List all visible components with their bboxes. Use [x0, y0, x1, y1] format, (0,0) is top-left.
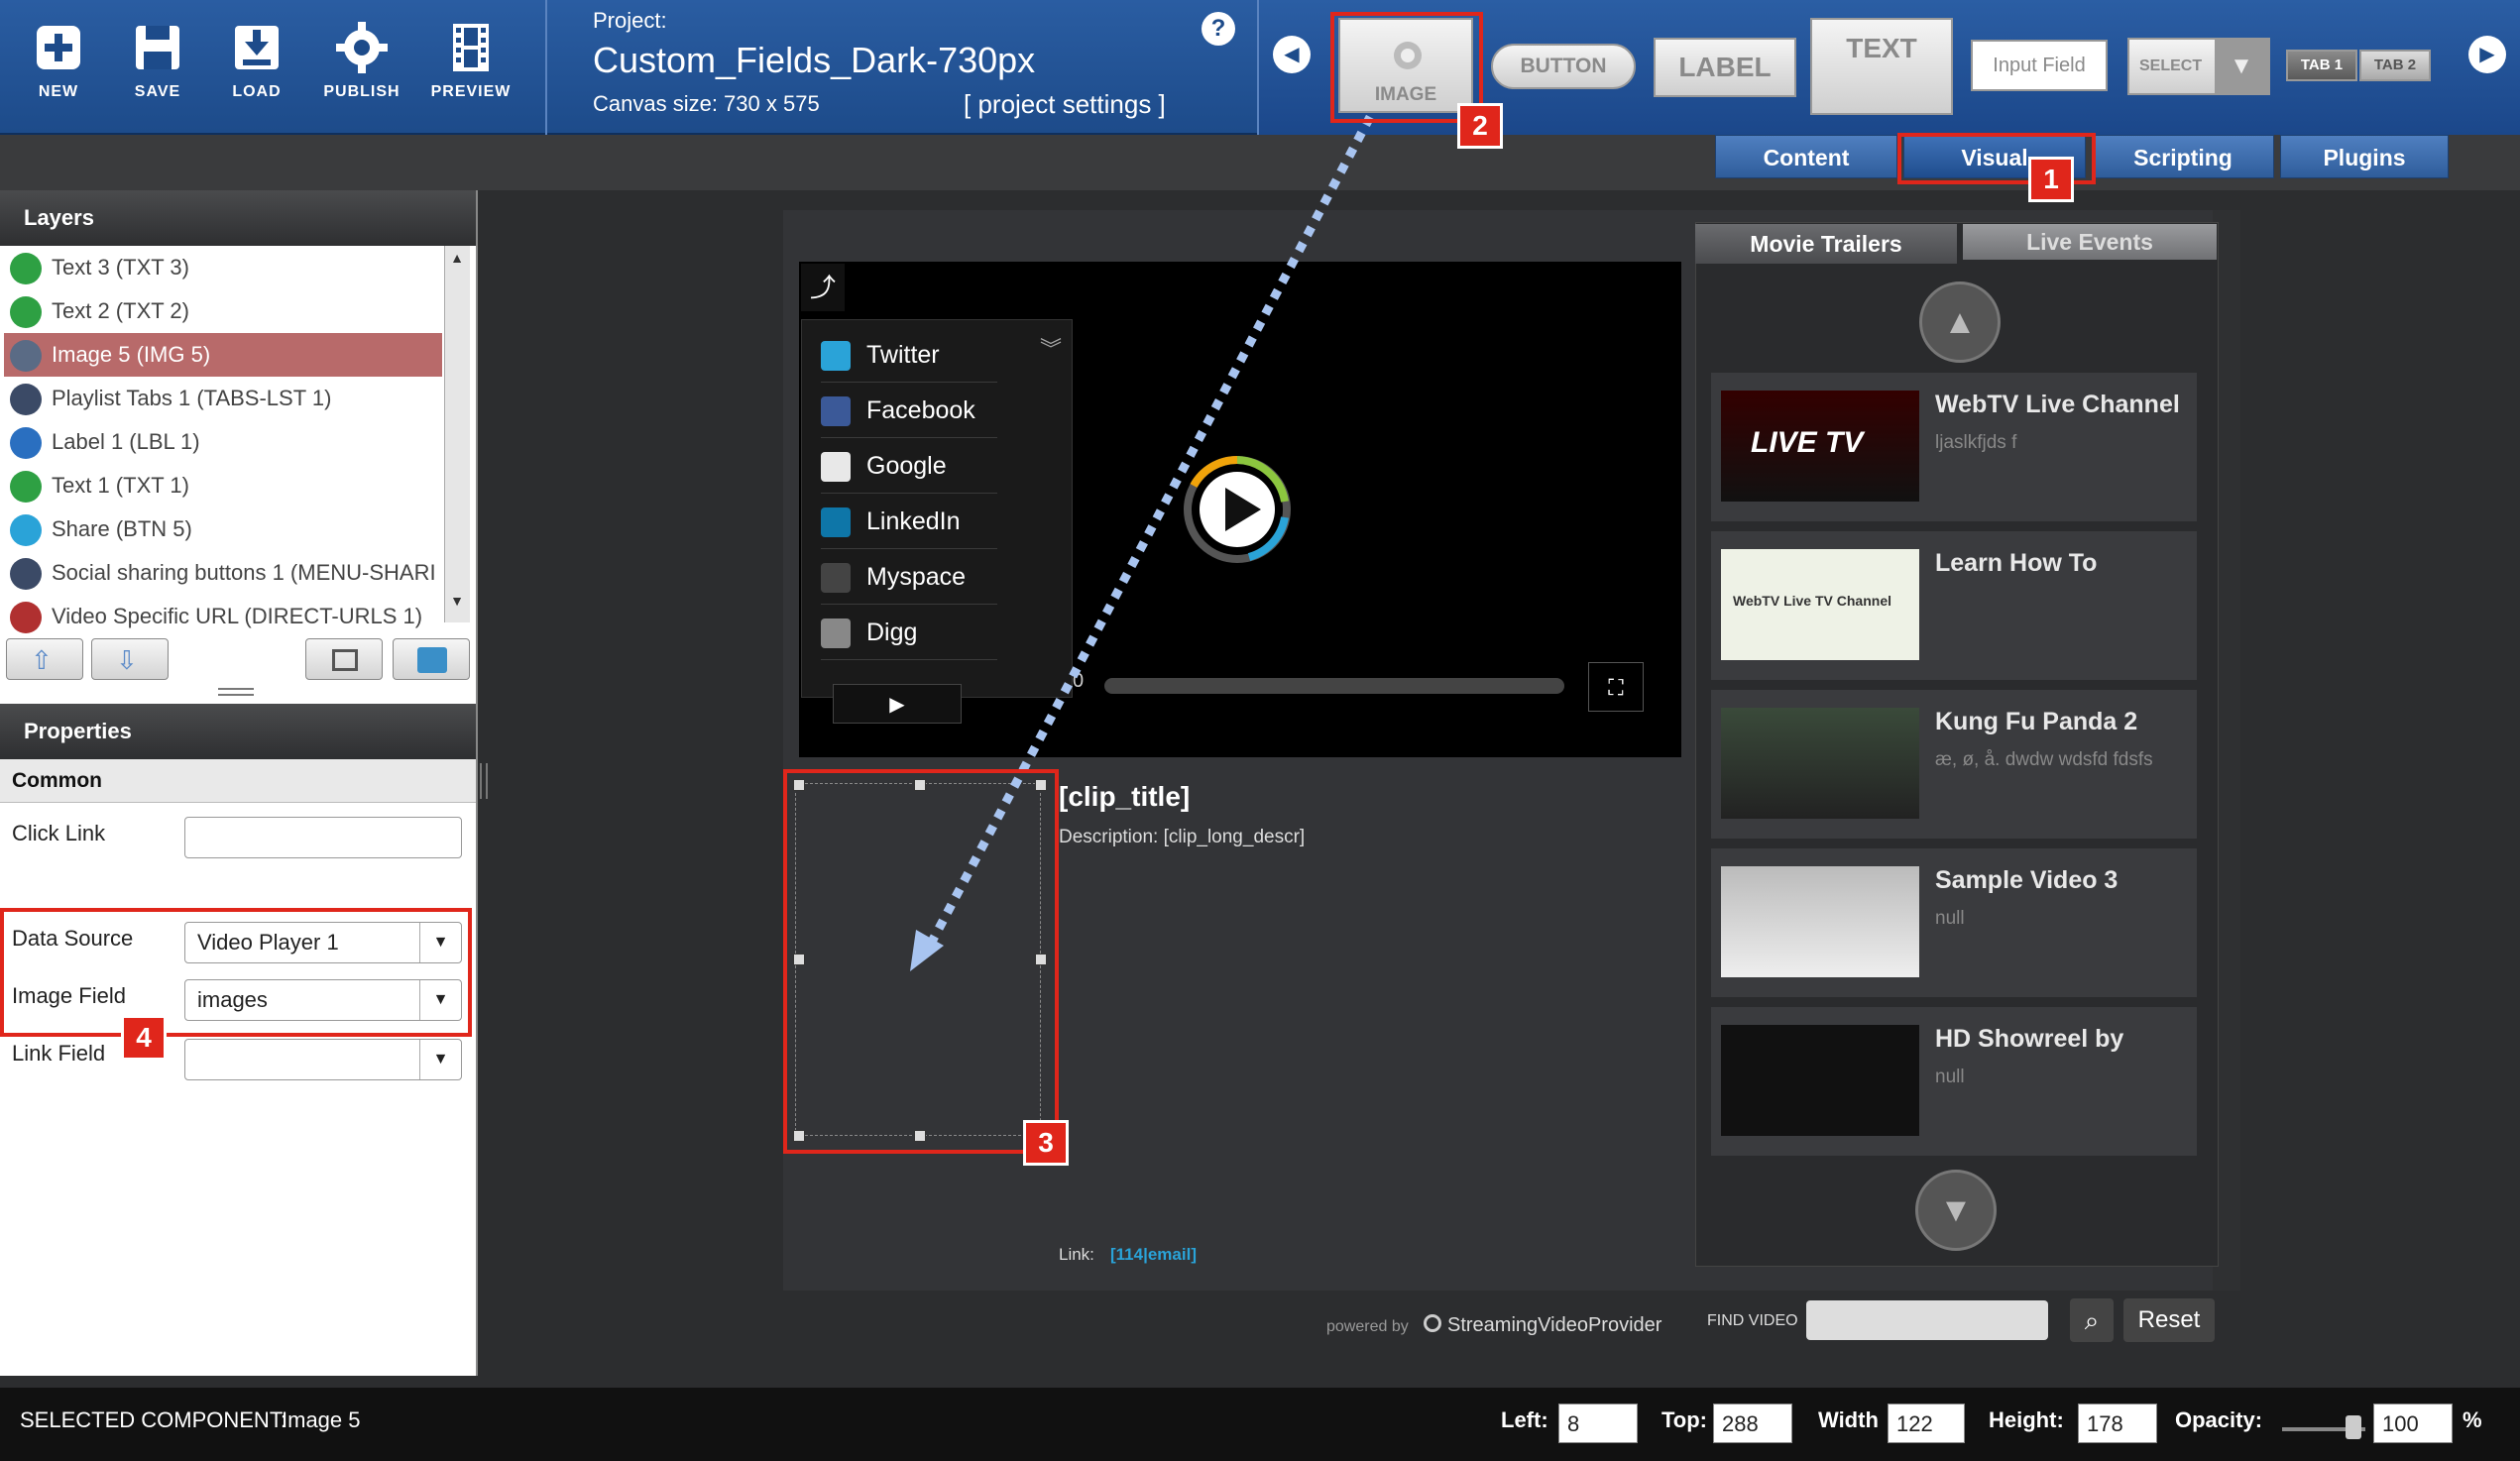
percent-sign: %: [2463, 1407, 2482, 1432]
opacity-slider-thumb[interactable]: [2346, 1415, 2361, 1439]
left-input[interactable]: 8: [1558, 1404, 1638, 1443]
width-input[interactable]: 122: [1888, 1404, 1965, 1443]
top-input[interactable]: 288: [1713, 1404, 1792, 1443]
drag-arrow-annotation: [910, 114, 1374, 971]
opacity-input[interactable]: 100: [2373, 1404, 2453, 1443]
width-label: Width: [1818, 1407, 1879, 1432]
step-badge: 4: [121, 1015, 167, 1061]
top-label: Top:: [1661, 1407, 1708, 1432]
selected-component-value: Image 5: [282, 1407, 361, 1432]
left-label: Left:: [1501, 1407, 1548, 1432]
height-label: Height:: [1989, 1407, 2064, 1432]
step-badge: 2: [1457, 103, 1503, 149]
opacity-label: Opacity:: [2175, 1407, 2263, 1432]
selected-component-label: SELECTED COMPONENT:: [20, 1407, 286, 1432]
step-badge: 3: [1023, 1120, 1069, 1166]
highlight-data-fields: [0, 908, 472, 1037]
highlight-image-placeholder: [783, 769, 1059, 1154]
height-input[interactable]: 178: [2078, 1404, 2157, 1443]
step-badge: 1: [2028, 157, 2074, 202]
